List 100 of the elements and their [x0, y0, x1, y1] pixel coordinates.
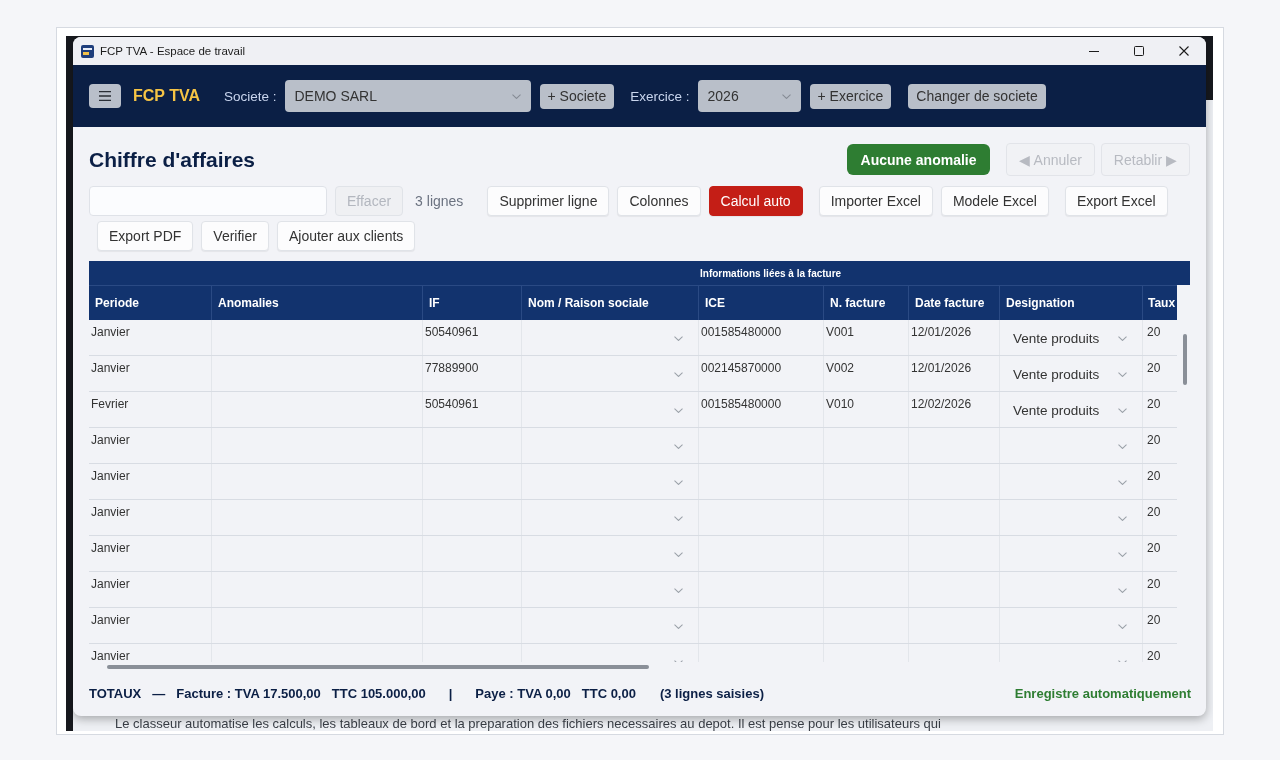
- chevron-down-icon: [1118, 444, 1127, 449]
- table-cell: Janvier: [89, 608, 212, 643]
- table-cell-text: 20: [1146, 612, 1162, 629]
- chevron-down-icon: [674, 444, 683, 449]
- chevron-down-icon: [674, 336, 683, 341]
- table-cell: Janvier: [89, 464, 212, 499]
- autosave-status: Enregistre automatiquement: [1014, 686, 1191, 701]
- vertical-scrollbar[interactable]: [1183, 334, 1187, 385]
- app-brand: FCP TVA: [133, 87, 200, 105]
- table-cell: 001585480000: [699, 392, 824, 427]
- table-cell: Janvier: [89, 428, 212, 463]
- close-icon[interactable]: [1178, 46, 1189, 56]
- table-cell-text: 20: [1146, 324, 1162, 341]
- table-cell: Janvier: [89, 572, 212, 607]
- separator: |: [448, 686, 453, 701]
- column-group-title: Informations liées à la facture: [700, 267, 842, 279]
- table-cell-text: 20: [1146, 504, 1162, 521]
- table-cell: 50540961: [423, 392, 522, 427]
- total-value: Facture : TVA 17.500,00: [176, 686, 321, 701]
- table-cell: Janvier: [89, 500, 212, 535]
- table-cell: 12/02/2026: [909, 392, 1000, 427]
- table-cell: 77889900: [423, 356, 522, 391]
- column-header[interactable]: Taux: [1143, 286, 1177, 320]
- chevron-down-icon: [1118, 336, 1127, 341]
- chevron-down-icon: [1118, 372, 1127, 377]
- table-cell: 002145870000: [699, 356, 824, 391]
- chevron-down-icon: [674, 516, 683, 521]
- column-header[interactable]: N. facture: [824, 286, 909, 320]
- table-cell: Fevrier: [89, 392, 212, 427]
- table-cell-text: 20: [1146, 360, 1162, 377]
- table-cell-text: 20: [1146, 648, 1162, 662]
- toolbar-button[interactable]: Modele Excel: [940, 186, 1049, 216]
- toolbar-button[interactable]: Importer Excel: [818, 186, 933, 216]
- dash: —: [152, 686, 166, 701]
- chevron-down-icon: [674, 552, 683, 557]
- table-cell-text: 20: [1146, 396, 1162, 413]
- column-header[interactable]: IF: [423, 286, 522, 320]
- chevron-down-icon: [781, 93, 791, 99]
- table-cell: V002: [824, 356, 909, 391]
- chevron-down-icon: [1118, 588, 1127, 593]
- paragraph: Le classeur automatise les calculs, les tableaux de bord et la preparation des fichiers necessaires au depot. Il est pense pour les utilisateurs qui: [115, 717, 941, 731]
- toolbar-button[interactable]: Verifier: [201, 221, 269, 251]
- window-title: FCP TVA - Espace de travail: [100, 45, 246, 57]
- toolbar-button[interactable]: Export PDF: [97, 221, 194, 251]
- menu-icon: [99, 91, 111, 101]
- chevron-down-icon: [1118, 480, 1127, 485]
- table-cell-text: 20: [1146, 468, 1162, 485]
- switch-company-button[interactable]: Changer de societe: [908, 83, 1046, 109]
- chevron-down-icon: [674, 588, 683, 593]
- status-button[interactable]: Aucune anomalie: [846, 144, 991, 175]
- add-company-button[interactable]: + Societe: [539, 83, 615, 109]
- search-field[interactable]: [89, 186, 327, 216]
- table-cell-text: 20: [1146, 432, 1162, 449]
- chevron-down-icon: [674, 372, 683, 377]
- total-value: TTC 0,00: [581, 686, 636, 701]
- table-cell: V010: [824, 392, 909, 427]
- dropdown[interactable]: Vente produits: [1000, 356, 1143, 391]
- column-header[interactable]: Date facture: [909, 286, 1000, 320]
- totals-label: TOTAUX: [89, 686, 142, 701]
- dropdown[interactable]: Vente produits: [1000, 320, 1143, 355]
- minimize-icon[interactable]: [1088, 50, 1099, 52]
- add-year-button[interactable]: + Exercice: [809, 83, 892, 109]
- table-cell: Janvier: [89, 320, 212, 355]
- horizontal-scrollbar[interactable]: [107, 664, 649, 669]
- table-cell: Janvier: [89, 536, 212, 571]
- chevron-down-icon: [511, 93, 521, 99]
- column-header[interactable]: Periode: [89, 286, 212, 320]
- toolbar-button[interactable]: Colonnes: [617, 186, 701, 216]
- chevron-down-icon: [674, 480, 683, 485]
- toolbar-button[interactable]: Ajouter aux clients: [276, 221, 416, 251]
- column-header[interactable]: Nom / Raison sociale: [522, 286, 699, 320]
- company-select[interactable]: DEMO SARL: [284, 80, 531, 112]
- chevron-down-icon: [1118, 516, 1127, 521]
- table-cell-text: 20: [1146, 540, 1162, 557]
- table-cell: 12/01/2026: [909, 356, 1000, 391]
- year-select[interactable]: 2026: [697, 80, 801, 112]
- field-label: Societe :: [223, 88, 277, 104]
- total-value: TTC 105.000,00: [331, 686, 426, 701]
- total-value: Paye : TVA 0,00: [475, 686, 571, 701]
- toolbar-button[interactable]: Calcul auto: [708, 186, 803, 216]
- maximize-icon[interactable]: [1133, 46, 1144, 56]
- column-header[interactable]: Designation: [1000, 286, 1143, 320]
- column-header[interactable]: ICE: [699, 286, 824, 320]
- chevron-down-icon: [1118, 408, 1127, 413]
- table-cell: 50540961: [423, 320, 522, 355]
- table-cell: 12/01/2026: [909, 320, 1000, 355]
- table-cell: V001: [824, 320, 909, 355]
- app-icon: [81, 44, 94, 58]
- toolbar-button[interactable]: Export Excel: [1064, 186, 1168, 216]
- table-cell: Janvier: [89, 356, 212, 391]
- chevron-down-icon: [674, 408, 683, 413]
- dropdown[interactable]: Vente produits: [1000, 392, 1143, 427]
- toolbar-button[interactable]: Supprimer ligne: [487, 186, 610, 216]
- column-header[interactable]: Anomalies: [212, 286, 423, 320]
- chevron-down-icon: [674, 624, 683, 629]
- row-count: (3 lignes saisies): [659, 686, 764, 701]
- table-cell: 001585480000: [699, 320, 824, 355]
- chevron-down-icon: [1118, 552, 1127, 557]
- menu-button[interactable]: [89, 84, 121, 108]
- row-count: 3 lignes: [415, 193, 464, 209]
